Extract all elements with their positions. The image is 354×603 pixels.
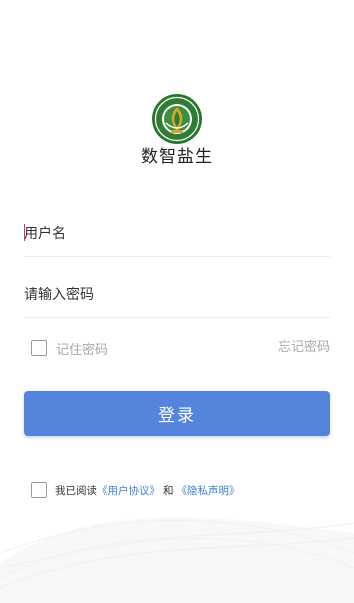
agreement-row: 我已阅读 《用户协议》 和 《隐私声明》 — [31, 480, 240, 500]
school-emblem-icon — [152, 94, 202, 144]
password-field[interactable] — [24, 273, 330, 318]
forgot-password-link[interactable]: 忘记密码 — [278, 338, 330, 358]
username-input[interactable] — [24, 220, 324, 248]
username-field[interactable] — [24, 212, 330, 257]
agreement-prefix: 我已阅读 — [55, 484, 97, 497]
password-input[interactable] — [24, 281, 324, 309]
app-title: 数智盐生 — [141, 147, 213, 167]
user-agreement-link[interactable]: 《用户协议》 — [97, 483, 160, 498]
privacy-policy-link[interactable]: 《隐私声明》 — [177, 483, 240, 498]
background-wave-decoration — [0, 517, 354, 603]
agreement-conjunction: 和 — [163, 484, 174, 497]
remember-password-label: 记住密码 — [56, 342, 109, 358]
remember-password-option[interactable]: 记住密码 — [31, 338, 108, 358]
remember-password-checkbox[interactable] — [31, 340, 47, 356]
login-button[interactable]: 登录 — [24, 391, 330, 436]
agreement-checkbox[interactable] — [31, 482, 47, 498]
